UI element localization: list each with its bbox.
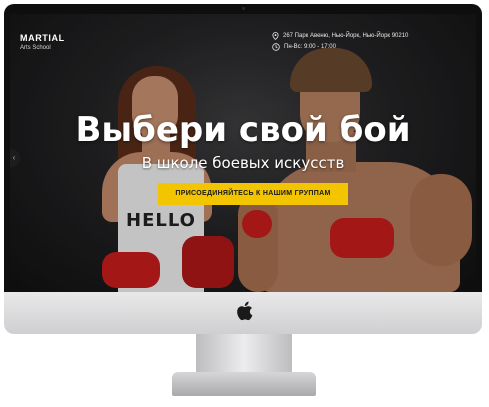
hours-text: Пн-Вс: 9:00 - 17:00	[284, 44, 336, 50]
logo-subtitle: Arts School	[20, 45, 51, 51]
clock-icon	[272, 43, 280, 51]
logo-name: MARTIAL	[20, 33, 65, 43]
hero-subtitle: В школе боевых искусств	[141, 154, 345, 172]
address-text: 267 Парк Авеню, Нью-Йорк, Нью-Йорк 90210	[283, 33, 409, 39]
camera-dot	[242, 7, 245, 10]
monitor-stand-neck	[196, 334, 292, 374]
hero-title: Выбери свой бой	[75, 110, 411, 150]
top-nav: MARTIAL Arts School 267 Парк Авеню, Нью-…	[10, 14, 476, 60]
website-screen: HELLO MARTIAL Arts School 267 Парк Авеню…	[10, 14, 476, 292]
join-groups-button[interactable]: ПРИСОЕДИНЯЙТЕСЬ К НАШИМ ГРУППАМ	[158, 183, 348, 205]
map-pin-icon	[272, 32, 279, 40]
monitor-stand-base	[172, 372, 316, 396]
site-logo[interactable]: MARTIAL Arts School	[20, 33, 65, 52]
contact-address: 267 Парк Авеню, Нью-Йорк, Нью-Йорк 90210	[272, 32, 408, 40]
monitor-bezel: HELLO MARTIAL Arts School 267 Парк Авеню…	[4, 4, 482, 292]
contact-hours: Пн-Вс: 9:00 - 17:00	[272, 43, 336, 51]
apple-logo-icon	[237, 301, 253, 321]
